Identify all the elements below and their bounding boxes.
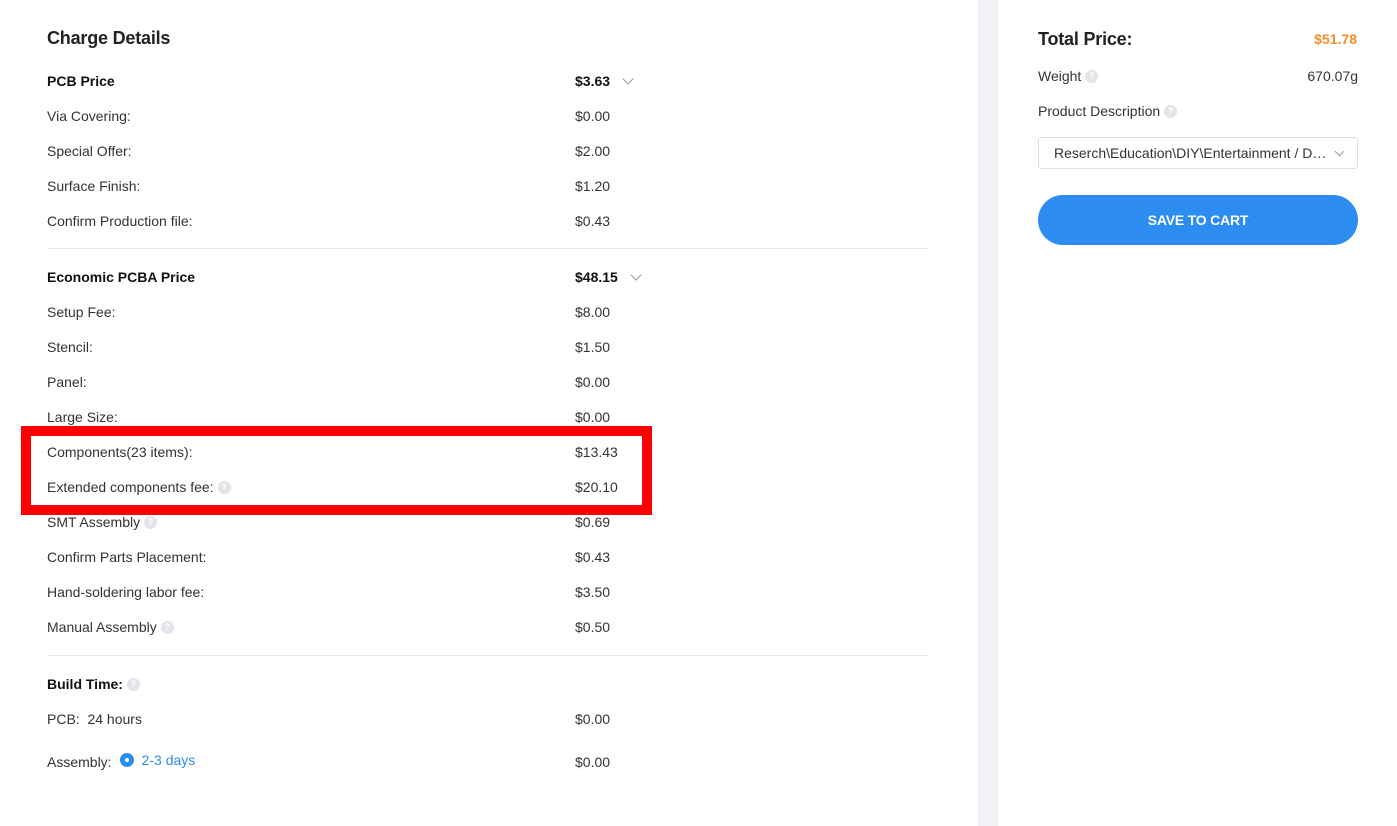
charge-value: $2.00 xyxy=(575,143,611,159)
charge-label: Surface Finish: xyxy=(47,178,141,194)
build-time-label: Build Time: xyxy=(47,676,123,692)
charge-value: $0.43 xyxy=(575,213,611,229)
pcb-price-label: PCB Price xyxy=(47,73,115,89)
help-icon[interactable]: ? xyxy=(144,515,158,529)
charge-label: Manual Assembly xyxy=(47,619,157,635)
build-time-assembly-value: $0.00 xyxy=(575,754,611,770)
save-to-cart-button[interactable]: SAVE TO CART xyxy=(1038,195,1358,245)
charge-label: SMT Assembly xyxy=(47,514,141,530)
charge-label: Confirm Parts Placement: xyxy=(47,549,207,565)
charge-label: Panel: xyxy=(47,374,87,390)
charge-label: Confirm Production file: xyxy=(47,213,193,229)
pcba-price-label: Economic PCBA Price xyxy=(47,269,196,285)
product-description-select[interactable]: Reserch\Education\DIY\Entertainment / DI… xyxy=(1038,137,1358,169)
total-price-value: $51.78 xyxy=(1314,31,1357,47)
build-time-row: Build Time: ? xyxy=(47,676,647,696)
section-divider xyxy=(47,248,928,249)
build-time-assembly-label: Assembly: xyxy=(47,754,112,770)
charge-value: $0.50 xyxy=(575,619,611,635)
charge-row-special-offer: Special Offer: $2.00 xyxy=(47,143,647,163)
help-icon[interactable]: ? xyxy=(126,677,140,691)
charge-label: Large Size: xyxy=(47,409,118,425)
assembly-option-label[interactable]: 2-3 days xyxy=(142,752,196,768)
charge-label: Hand-soldering labor fee: xyxy=(47,584,205,600)
charge-label: Stencil: xyxy=(47,339,93,355)
charge-label: Setup Fee: xyxy=(47,304,116,320)
charge-row-confirm-parts-placement: Confirm Parts Placement: $0.43 xyxy=(47,549,647,569)
build-time-pcb-row: PCB: 24 hours $0.00 xyxy=(47,711,647,731)
charge-label: Via Covering: xyxy=(47,108,131,124)
pcba-price-row[interactable]: Economic PCBA Price $48.15 xyxy=(47,268,647,289)
product-description-row: Product Description ? xyxy=(1038,103,1358,119)
order-summary-panel: Total Price: $51.78 Weight ? 670.07g Pro… xyxy=(998,0,1397,826)
charge-row-manual-assembly: Manual Assembly ? $0.50 xyxy=(47,619,647,639)
charge-details-panel: Charge Details PCB Price $3.63 Via Cover… xyxy=(0,0,978,826)
pcb-price-row[interactable]: PCB Price $3.63 xyxy=(47,72,647,93)
charge-label: Special Offer: xyxy=(47,143,132,159)
total-price-label: Total Price: xyxy=(1038,29,1133,49)
build-time-pcb-label: PCB: 24 hours xyxy=(47,711,142,727)
charge-value: $0.00 xyxy=(575,108,611,124)
build-time-assembly-row: Assembly: 2-3 days $0.00 xyxy=(47,752,647,774)
pcb-price-value: $3.63 xyxy=(575,73,611,89)
charge-row-confirm-production-file: Confirm Production file: $0.43 xyxy=(47,213,647,233)
help-icon[interactable]: ? xyxy=(1164,104,1178,118)
charge-row-setup-fee: Setup Fee: $8.00 xyxy=(47,304,647,324)
charge-value: $8.00 xyxy=(575,304,611,320)
section-divider xyxy=(47,655,928,656)
help-icon[interactable]: ? xyxy=(160,620,174,634)
build-time-pcb-value: $0.00 xyxy=(575,711,611,727)
weight-label: Weight xyxy=(1038,68,1082,84)
chevron-down-icon[interactable] xyxy=(630,268,642,281)
charge-row-surface-finish: Surface Finish: $1.20 xyxy=(47,178,647,198)
charge-value: $1.20 xyxy=(575,178,611,194)
charge-details-title: Charge Details xyxy=(47,28,171,48)
charge-value: $1.50 xyxy=(575,339,611,355)
product-description-label: Product Description xyxy=(1038,103,1161,119)
help-icon[interactable]: ? xyxy=(1085,69,1099,83)
charge-row-panel: Panel: $0.00 xyxy=(47,374,647,394)
chevron-down-icon[interactable] xyxy=(622,72,634,85)
panel-separator xyxy=(978,0,998,826)
charge-row-smt-assembly: SMT Assembly ? $0.69 xyxy=(47,514,647,534)
pcba-price-value: $48.15 xyxy=(575,269,618,285)
charge-value: $0.69 xyxy=(575,514,611,530)
product-description-selected: Reserch\Education\DIY\Entertainment / DI… xyxy=(1054,145,1346,161)
assembly-radio-selected[interactable] xyxy=(119,753,134,767)
charge-row-hand-soldering: Hand-soldering labor fee: $3.50 xyxy=(47,584,647,604)
charge-value: $0.43 xyxy=(575,549,611,565)
charge-value: $0.00 xyxy=(575,409,611,425)
charge-row-via-covering: Via Covering: $0.00 xyxy=(47,108,647,128)
charge-value: $0.00 xyxy=(575,374,611,390)
charge-row-stencil: Stencil: $1.50 xyxy=(47,339,647,359)
charge-value: $3.50 xyxy=(575,584,611,600)
weight-value: 670.07g xyxy=(1307,68,1358,84)
weight-row: Weight ? 670.07g xyxy=(1038,68,1358,84)
highlight-annotation-box xyxy=(21,426,652,515)
